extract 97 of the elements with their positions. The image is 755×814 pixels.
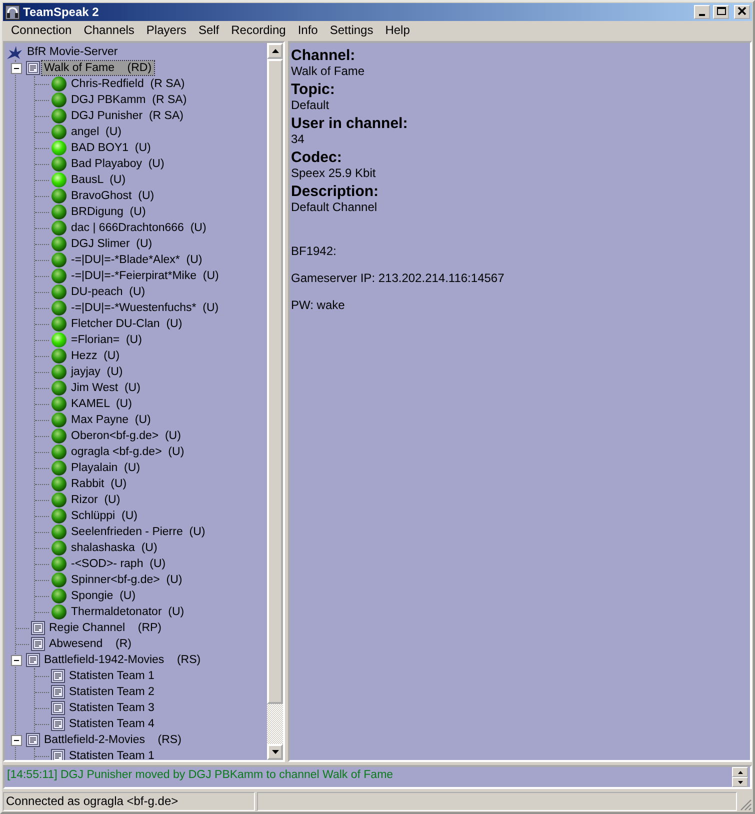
maximize-icon bbox=[716, 6, 726, 16]
down-arrow-icon bbox=[272, 750, 278, 754]
channel-icon bbox=[51, 701, 65, 715]
field-label: Topic: bbox=[291, 81, 336, 98]
maximize-button[interactable] bbox=[713, 5, 729, 19]
channel-icon bbox=[26, 733, 40, 747]
window-title: TeamSpeak 2 bbox=[23, 5, 99, 19]
player-name[interactable]: BAD BOY1 (U) bbox=[69, 141, 153, 155]
channel-icon bbox=[26, 61, 40, 75]
player-name[interactable]: Schlüppi (U) bbox=[69, 509, 140, 523]
scroll-up-button[interactable] bbox=[732, 767, 748, 777]
player-name[interactable]: -=|DU|=-*Feierpirat*Mike (U) bbox=[69, 269, 221, 283]
up-arrow-icon bbox=[272, 49, 278, 53]
player-name[interactable]: Chris-Redfield (R SA) bbox=[69, 77, 187, 91]
minimize-button[interactable] bbox=[694, 5, 710, 19]
field-value: Walk of Fame bbox=[291, 64, 366, 79]
down-arrow-icon bbox=[738, 780, 742, 784]
player-name[interactable]: angel (U) bbox=[69, 125, 124, 139]
channel-name[interactable]: Regie Channel (RP) bbox=[47, 621, 164, 635]
minimize-icon bbox=[699, 14, 705, 16]
player-name[interactable]: BausL (U) bbox=[69, 173, 128, 187]
field-label: User in channel: bbox=[291, 115, 409, 132]
menu-item[interactable]: Recording bbox=[225, 23, 292, 37]
channel-name[interactable]: Battlefield-1942-Movies (RS) bbox=[42, 653, 203, 667]
field-value: Speex 25.9 Kbit bbox=[291, 166, 377, 181]
channel-icon bbox=[31, 637, 45, 651]
subchannel-name[interactable]: Statisten Team 3 bbox=[67, 701, 156, 715]
player-name[interactable]: DGJ Slimer (U) bbox=[69, 237, 154, 251]
player-name[interactable]: BRDigung (U) bbox=[69, 205, 148, 219]
channel-name[interactable]: Walk of Fame (RD) bbox=[42, 61, 154, 75]
subchannel-name[interactable]: Statisten Team 4 bbox=[67, 717, 156, 731]
player-name[interactable]: jayjay (U) bbox=[69, 365, 125, 379]
player-name[interactable]: Spongie (U) bbox=[69, 589, 138, 603]
player-name[interactable]: Hezz (U) bbox=[69, 349, 122, 363]
menu-item[interactable]: Connection bbox=[5, 23, 78, 37]
collapse-toggle[interactable] bbox=[11, 62, 22, 74]
player-name[interactable]: Thermaldetonator (U) bbox=[69, 605, 186, 619]
player-name[interactable]: Rabbit (U) bbox=[69, 477, 129, 491]
channel-icon bbox=[51, 749, 65, 760]
close-button[interactable] bbox=[734, 5, 750, 19]
headset-icon bbox=[5, 4, 20, 20]
player-name[interactable]: Jim West (U) bbox=[69, 381, 142, 395]
field-value: Default Channel bbox=[291, 200, 378, 215]
server-name[interactable]: BfR Movie-Server bbox=[25, 45, 120, 59]
collapse-toggle[interactable] bbox=[11, 654, 22, 666]
field-value: Default bbox=[291, 98, 330, 113]
player-name[interactable]: shalashaska (U) bbox=[69, 541, 160, 555]
close-icon bbox=[737, 6, 747, 16]
player-name[interactable]: DGJ PBKamm (R SA) bbox=[69, 93, 189, 107]
collapse-toggle[interactable] bbox=[11, 734, 22, 746]
server-icon bbox=[6, 44, 23, 60]
player-name[interactable]: Bad Playaboy (U) bbox=[69, 157, 166, 171]
subchannel-name[interactable]: Statisten Team 1 bbox=[67, 749, 156, 760]
description-line: PW: wake bbox=[291, 298, 346, 312]
player-name[interactable]: =Florian= (U) bbox=[69, 333, 144, 347]
player-name[interactable]: Max Payne (U) bbox=[69, 413, 153, 427]
player-name[interactable]: dac | 666Drachton666 (U) bbox=[69, 221, 208, 235]
field-value: 34 bbox=[291, 132, 306, 147]
channel-name[interactable]: Battlefield-2-Movies (RS) bbox=[42, 733, 184, 747]
player-name[interactable]: Oberon<bf-g.de> (U) bbox=[69, 429, 183, 443]
player-name[interactable]: Fletcher DU-Clan (U) bbox=[69, 317, 184, 331]
player-name[interactable]: Playalain (U) bbox=[69, 461, 142, 475]
player-name[interactable]: -=|DU|=-*Wuestenfuchs* (U) bbox=[69, 301, 221, 315]
field-label: Description: bbox=[291, 183, 380, 200]
status-text: Connected as ogragla <bf-g.de> bbox=[3, 792, 255, 811]
menu-item[interactable]: Self bbox=[192, 23, 226, 37]
menu-item[interactable]: Channels bbox=[78, 23, 140, 37]
menu-item[interactable]: Help bbox=[379, 23, 416, 37]
player-name[interactable]: Spinner<bf-g.de> (U) bbox=[69, 573, 184, 587]
menu-item[interactable]: Settings bbox=[324, 23, 380, 37]
player-name[interactable]: BravoGhost (U) bbox=[69, 189, 156, 203]
player-name[interactable]: Rizor (U) bbox=[69, 493, 122, 507]
log-message: [14:55:11] DGJ Punisher moved by DGJ PBKamm to channel Walk of Fame bbox=[7, 768, 394, 783]
subchannel-name[interactable]: Statisten Team 1 bbox=[67, 669, 156, 683]
player-name[interactable]: DGJ Punisher (R SA) bbox=[69, 109, 186, 123]
scroll-down-button[interactable] bbox=[732, 777, 748, 787]
description-line: BF1942: bbox=[291, 244, 338, 258]
channel-name[interactable]: Abwesend (R) bbox=[47, 637, 134, 651]
field-label: Codec: bbox=[291, 149, 343, 166]
channel-icon bbox=[51, 717, 65, 731]
player-name[interactable]: DU-peach (U) bbox=[69, 285, 148, 299]
player-name[interactable]: -<SOD>- raph (U) bbox=[69, 557, 168, 571]
resize-grip-icon bbox=[739, 798, 752, 811]
field-label: Channel: bbox=[291, 47, 356, 64]
up-arrow-icon bbox=[738, 770, 742, 774]
menu-item[interactable]: Players bbox=[140, 23, 192, 37]
menu-item[interactable]: Info bbox=[292, 23, 324, 37]
player-name[interactable]: KAMEL (U) bbox=[69, 397, 134, 411]
subchannel-name[interactable]: Statisten Team 2 bbox=[67, 685, 156, 699]
player-name[interactable]: -=|DU|=-*Blade*Alex* (U) bbox=[69, 253, 204, 267]
channel-icon bbox=[31, 621, 45, 635]
channel-icon bbox=[26, 653, 40, 667]
channel-icon bbox=[51, 669, 65, 683]
player-name[interactable]: ogragla <bf-g.de> (U) bbox=[69, 445, 186, 459]
channel-icon bbox=[51, 685, 65, 699]
player-name[interactable]: Seelenfrieden - Pierre (U) bbox=[69, 525, 208, 539]
description-line: Gameserver IP: 213.202.214.116:14567 bbox=[291, 271, 506, 285]
